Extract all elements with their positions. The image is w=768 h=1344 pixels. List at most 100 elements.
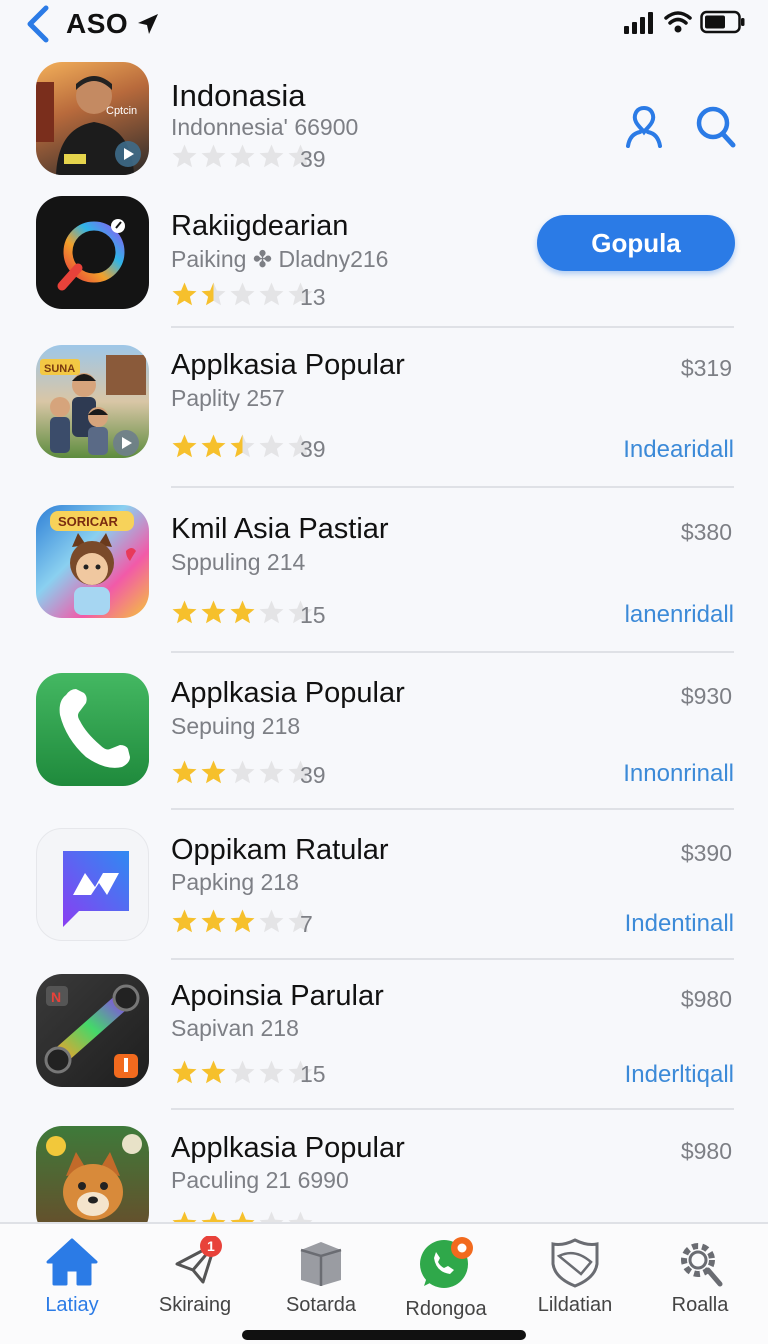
app-price: $930 <box>680 683 732 709</box>
app-price: $980 <box>680 1138 732 1164</box>
star-icon <box>230 282 255 306</box>
rating-stars <box>171 1059 314 1086</box>
star-icon <box>230 600 255 624</box>
install-link[interactable]: lanenridall <box>625 601 734 629</box>
star-icon <box>201 1060 226 1084</box>
person-icon[interactable] <box>622 102 666 150</box>
star-icon <box>259 760 284 784</box>
tab-sotarda[interactable]: Sotarda <box>257 1236 385 1326</box>
star-icon <box>172 282 197 306</box>
star-icon <box>172 1060 197 1084</box>
star-icon <box>201 144 226 168</box>
app-price: $980 <box>680 986 732 1012</box>
app-subtitle: Sppuling 214 <box>171 549 306 575</box>
app-icon-apoinsia-parular: N <box>36 974 149 1087</box>
install-link[interactable]: Indentinall <box>625 910 734 938</box>
star-icon <box>201 909 226 933</box>
divider <box>171 486 734 488</box>
gear-icon <box>681 1243 723 1287</box>
star-icon <box>172 909 197 933</box>
tab-label: Lildatian <box>537 1294 613 1316</box>
rating-stars <box>171 759 314 786</box>
tab-latiay[interactable]: Latiay <box>8 1236 136 1326</box>
rating-count: 39 <box>300 146 326 172</box>
star-icon <box>172 760 197 784</box>
app-icon-phone <box>36 673 149 786</box>
location-arrow-icon <box>138 14 158 34</box>
shield-icon <box>551 1238 599 1288</box>
star-icon <box>201 282 226 306</box>
app-price: $319 <box>680 355 732 381</box>
rating-count: 7 <box>300 911 313 937</box>
app-subtitle: Sapivan 218 <box>171 1015 299 1041</box>
get-button[interactable]: Gopula <box>537 215 735 271</box>
divider <box>171 1108 734 1110</box>
app-subtitle: Paplity 257 <box>171 385 285 411</box>
star-icon <box>259 1060 284 1084</box>
tab-label: Sotarda <box>285 1294 357 1316</box>
rating-count: 13 <box>300 284 326 310</box>
home-indicator[interactable] <box>242 1330 526 1340</box>
wifi-icon <box>664 11 692 33</box>
app-title[interactable]: Applkasia Popular <box>171 1132 405 1165</box>
status-bar: ASO <box>0 0 768 46</box>
app-icon-kmil-asia-pastiar: SORICAR <box>36 505 149 618</box>
star-icon <box>172 600 197 624</box>
app-title[interactable]: Rakiigdearian <box>171 210 348 243</box>
search-icon[interactable] <box>693 102 737 150</box>
star-icon <box>259 434 284 458</box>
svg-text:Cptcin: Cptcin <box>106 105 137 117</box>
app-price: $380 <box>680 519 732 545</box>
star-icon <box>259 600 284 624</box>
rating-stars <box>171 281 314 308</box>
install-link[interactable]: Indearidall <box>623 436 734 464</box>
install-link[interactable]: Innonrinall <box>623 760 734 788</box>
app-icon-applkasia-popular: SUNA <box>36 345 149 458</box>
tab-lildatian[interactable]: Lildatian <box>511 1236 639 1326</box>
star-icon <box>172 144 197 168</box>
star-icon <box>259 282 284 306</box>
svg-text:SUNA: SUNA <box>44 363 75 375</box>
star-icon <box>172 434 197 458</box>
battery-icon <box>700 10 745 34</box>
star-icon <box>230 1060 255 1084</box>
app-subtitle: Papking 218 <box>171 869 299 895</box>
tab-label: Roalla <box>671 1294 729 1316</box>
app-title[interactable]: Kmil Asia Pastiar <box>171 513 389 546</box>
star-icon <box>230 434 255 458</box>
app-subtitle: Sepuing 218 <box>171 713 301 739</box>
app-title[interactable]: Oppikam Ratular <box>171 834 389 867</box>
app-subtitle: Paiking ✤ Dladny216 <box>171 246 389 272</box>
home-icon <box>46 1238 98 1286</box>
rating-count: 39 <box>300 762 326 788</box>
divider <box>171 651 734 653</box>
rating-stars <box>171 433 314 460</box>
star-icon <box>201 760 226 784</box>
chat-bubble-icon <box>420 1237 473 1288</box>
tab-label: Skiraing <box>158 1294 232 1316</box>
star-icon <box>201 600 226 624</box>
rating-stars <box>171 143 314 170</box>
app-title[interactable]: Indonasia <box>171 78 305 114</box>
star-icon <box>230 144 255 168</box>
star-icon <box>230 909 255 933</box>
app-title[interactable]: Applkasia Popular <box>171 677 405 710</box>
star-icon <box>259 144 284 168</box>
rating-count: 15 <box>300 1061 326 1087</box>
app-icon-messenger <box>36 828 149 941</box>
back-chevron-icon[interactable] <box>22 4 56 44</box>
app-price: $390 <box>680 840 732 866</box>
rating-count: 39 <box>300 436 326 462</box>
divider <box>171 958 734 960</box>
star-icon <box>230 760 255 784</box>
tab-skiraing[interactable]: 1 Skiraing <box>131 1236 259 1326</box>
tab-rdongoa[interactable]: Rdongoa <box>382 1236 510 1326</box>
paper-plane-icon: 1 <box>175 1236 222 1284</box>
carrier-label: ASO <box>66 8 129 39</box>
app-title[interactable]: Applkasia Popular <box>171 349 405 382</box>
app-title[interactable]: Apoinsia Parular <box>171 980 384 1013</box>
app-icon-indonasia: Cptcin <box>36 62 149 175</box>
install-link[interactable]: Inderltiqall <box>625 1061 734 1089</box>
notification-badge: 1 <box>207 1238 215 1254</box>
tab-roalla[interactable]: Roalla <box>636 1236 764 1326</box>
